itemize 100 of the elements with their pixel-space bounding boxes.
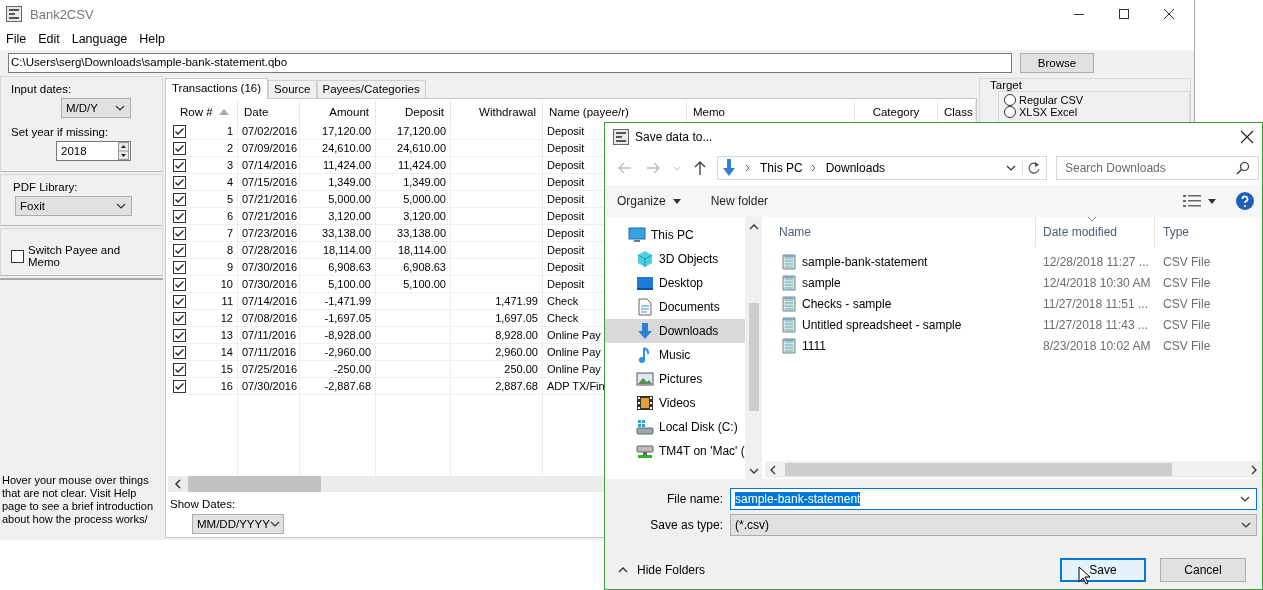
- checkbox[interactable]: [173, 328, 186, 342]
- checkbox[interactable]: [173, 379, 186, 393]
- column-header[interactable]: Date: [238, 101, 300, 123]
- network-drive-icon: [636, 442, 654, 460]
- dialog-button[interactable]: Cancel: [1160, 558, 1246, 582]
- help-icon[interactable]: [1236, 192, 1254, 210]
- file-row[interactable]: Untitled spreadsheet - sample 11/27/2018 11:43 ... CSV File: [765, 314, 1262, 335]
- view-menu[interactable]: [1183, 194, 1216, 208]
- horizontal-scrollbar[interactable]: [765, 461, 1262, 478]
- column-header[interactable]: Withdrawal: [451, 101, 543, 123]
- file-path-field[interactable]: C:\Users\serg\Downloads\sample-bank-statement.qbo: [8, 53, 1012, 73]
- menu-item[interactable]: Edit: [32, 32, 66, 46]
- address-bar[interactable]: This PC Downloads: [717, 156, 1047, 180]
- scroll-thumb[interactable]: [748, 303, 759, 411]
- nav-item[interactable]: Downloads: [605, 319, 745, 343]
- dialog-button[interactable]: Save: [1060, 558, 1146, 582]
- checkbox[interactable]: [173, 294, 186, 308]
- column-header[interactable]: Row #: [168, 101, 238, 123]
- tab[interactable]: Transactions (16): [165, 78, 269, 99]
- checkbox[interactable]: [11, 249, 24, 263]
- menu-item[interactable]: Help: [133, 32, 172, 46]
- file-type-select[interactable]: (*.csv): [730, 514, 1257, 536]
- column-header[interactable]: Deposit: [376, 101, 451, 123]
- search-field[interactable]: Search Downloads: [1056, 156, 1259, 180]
- file-name-field[interactable]: sample-bank-statement: [730, 488, 1257, 510]
- scroll-down-icon: [748, 467, 759, 475]
- checkbox[interactable]: [173, 175, 186, 189]
- tab[interactable]: Payees/Categories: [316, 80, 426, 98]
- checkbox[interactable]: [173, 362, 186, 376]
- download-arrow-icon: [636, 322, 654, 340]
- scroll-thumb[interactable]: [188, 476, 321, 492]
- column-header[interactable]: Type: [1155, 217, 1262, 247]
- row-number: 3: [226, 159, 233, 171]
- search-icon: [1236, 161, 1250, 175]
- new-folder-button[interactable]: New folder: [710, 194, 769, 208]
- column-header[interactable]: Date modified: [1036, 217, 1155, 247]
- checkbox[interactable]: [173, 158, 186, 172]
- checkbox[interactable]: [173, 226, 186, 240]
- radio-button[interactable]: [1004, 106, 1016, 118]
- radio-label: Regular CSV: [1019, 94, 1084, 106]
- table-cell: 07/15/2016: [238, 174, 300, 191]
- refresh-icon[interactable]: [1022, 161, 1041, 175]
- vertical-scrollbar[interactable]: [745, 217, 762, 479]
- table-cell: 6,908.63: [300, 259, 376, 276]
- maximize-icon[interactable]: [1118, 8, 1130, 20]
- table-cell: 18,114.00: [376, 242, 451, 259]
- nav-item[interactable]: Local Disk (C:): [605, 415, 745, 439]
- scroll-right-icon: [1250, 464, 1258, 475]
- close-icon[interactable]: [1240, 130, 1254, 144]
- table-cell: 1,697.05: [451, 310, 543, 327]
- breadcrumb-item[interactable]: This PC: [760, 161, 803, 175]
- chevron-down-icon: [116, 203, 126, 209]
- label: Set year if missing:: [11, 126, 110, 138]
- file-row[interactable]: sample-bank-statement 12/28/2018 11:27 ... CSV File: [765, 251, 1262, 272]
- table-cell: 07/14/2016: [238, 157, 300, 174]
- checkbox[interactable]: [173, 192, 186, 206]
- table-cell: -1,697.05: [300, 310, 376, 327]
- file-row[interactable]: Checks - sample 11/27/2018 11:51 ... CSV File: [765, 293, 1262, 314]
- checkbox[interactable]: [173, 311, 186, 325]
- nav-item[interactable]: TM4T on 'Mac' (: [605, 439, 745, 463]
- file-row[interactable]: sample 12/4/2018 10:30 AM CSV File: [765, 272, 1262, 293]
- breadcrumb-item[interactable]: Downloads: [825, 161, 886, 175]
- table-cell: 17,120.00: [376, 123, 451, 140]
- file-row[interactable]: 1111 8/23/2018 10:02 AM CSV File: [765, 335, 1262, 356]
- group-title: Target: [990, 79, 1023, 91]
- table-cell: 8,928.00: [451, 327, 543, 344]
- pdf-library-select[interactable]: Foxit: [15, 196, 132, 216]
- row-number: 5: [226, 193, 233, 205]
- hide-folders-button[interactable]: Hide Folders: [618, 563, 706, 577]
- radio-button[interactable]: [1004, 94, 1016, 106]
- table-cell: 07/25/2016: [238, 361, 300, 378]
- menu-item[interactable]: Language: [65, 32, 134, 46]
- list-view-icon: [1183, 194, 1201, 208]
- chevron-up-icon: [618, 567, 628, 573]
- field-label: Save as type:: [649, 518, 724, 532]
- scroll-thumb[interactable]: [785, 463, 1172, 476]
- column-header[interactable]: Amount: [300, 101, 376, 123]
- up-arrow-icon[interactable]: [693, 160, 707, 176]
- date-format-select[interactable]: M/D/Y: [61, 98, 131, 118]
- menu-item[interactable]: File: [0, 32, 33, 46]
- scroll-left-icon: [174, 479, 182, 489]
- checkbox[interactable]: [173, 243, 186, 257]
- checkbox[interactable]: [173, 345, 186, 359]
- table-cell: -8,928.00: [300, 327, 376, 344]
- checkbox[interactable]: [173, 141, 186, 155]
- spreadsheet-file-icon: [782, 295, 796, 312]
- table-cell: 07/28/2016: [238, 242, 300, 259]
- date-display-select[interactable]: MM/DD/YYYY: [192, 514, 284, 534]
- checkbox[interactable]: [173, 277, 186, 291]
- column-header[interactable]: Name: [765, 217, 1036, 247]
- checkbox[interactable]: [173, 209, 186, 223]
- close-icon[interactable]: [1163, 8, 1175, 20]
- table-cell: 18,114.00: [300, 242, 376, 259]
- organize-menu[interactable]: Organize: [617, 194, 681, 208]
- checkbox[interactable]: [173, 124, 186, 138]
- drive-icon: [636, 418, 654, 436]
- checkbox[interactable]: [173, 260, 186, 274]
- browse-button[interactable]: Browse: [1020, 53, 1094, 73]
- tab[interactable]: Source: [268, 80, 317, 98]
- year-spinner[interactable]: 2018: [56, 141, 131, 161]
